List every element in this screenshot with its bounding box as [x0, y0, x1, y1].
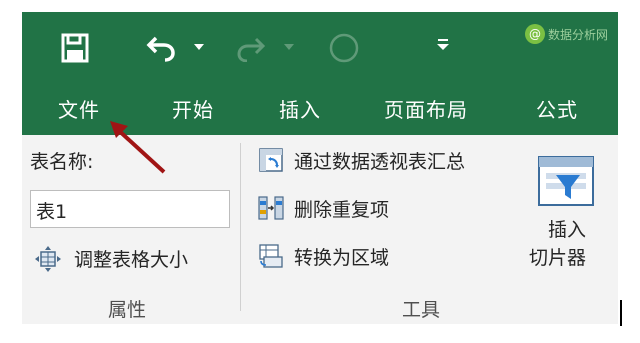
- tab-page-layout[interactable]: 页面布局: [384, 94, 468, 123]
- table-name-label: 表名称:: [30, 151, 94, 173]
- pivot-summarize-button[interactable]: 通过数据透视表汇总: [294, 147, 465, 174]
- annotation-arrow: [110, 121, 166, 174]
- convert-to-range-button[interactable]: 转换为区域: [294, 243, 389, 270]
- properties-group-label: 属性: [108, 299, 147, 321]
- tools-group-label: 工具: [402, 299, 441, 321]
- group-divider: [240, 143, 241, 311]
- table-name-field[interactable]: 表1: [30, 190, 230, 228]
- remove-duplicates-icon: [258, 196, 284, 220]
- tab-file[interactable]: 文件: [58, 94, 100, 123]
- watermark: @ 数据分析网: [524, 22, 628, 46]
- redo-icon: [237, 37, 266, 62]
- resize-table-button[interactable]: 调整表格大小: [74, 245, 188, 272]
- touch-mode-icon: [329, 33, 359, 63]
- resize-table-icon: [35, 246, 61, 272]
- dropdown-arrow-icon[interactable]: [194, 44, 204, 52]
- tab-formulas[interactable]: 公式: [536, 94, 578, 123]
- slicer-icon: [538, 156, 594, 206]
- remove-duplicates-button[interactable]: 删除重复项: [294, 195, 389, 222]
- insert-slicer-line2: 切片器: [529, 247, 587, 269]
- excel-window: 文件 开始 插入 页面布局 公式 表名称: 表1 调整表格大小 属性 通过数据透…: [22, 12, 618, 324]
- insert-slicer-line1: 插入: [548, 219, 587, 241]
- dropdown-arrow-icon: [284, 44, 294, 50]
- convert-range-icon: [259, 244, 283, 268]
- undo-icon[interactable]: [146, 34, 178, 62]
- watermark-logo-icon: @: [525, 24, 545, 44]
- tab-insert[interactable]: 插入: [279, 94, 321, 123]
- watermark-text: 数据分析网: [548, 28, 609, 42]
- pivot-table-icon: [259, 148, 283, 172]
- svg-text:@: @: [529, 27, 541, 41]
- save-icon[interactable]: [60, 32, 90, 64]
- customize-qat-icon[interactable]: [436, 38, 450, 52]
- insert-slicer-button[interactable]: 插入 切片器: [526, 145, 612, 295]
- window-edge-line: [620, 300, 622, 326]
- table-name-value: 表1: [36, 201, 68, 223]
